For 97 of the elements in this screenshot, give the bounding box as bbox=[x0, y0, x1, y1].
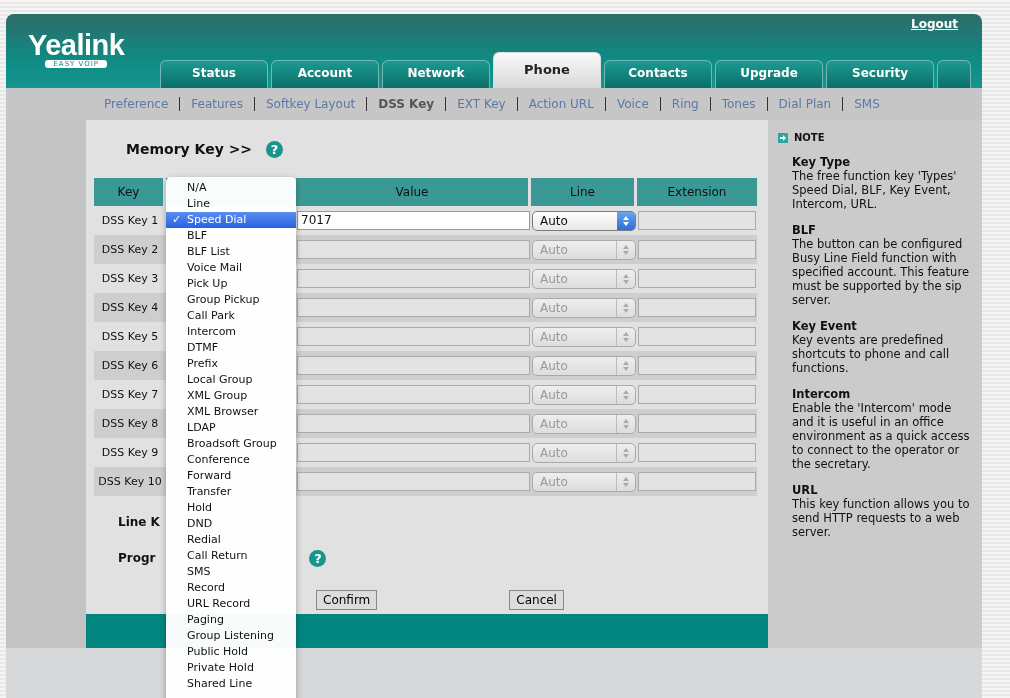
stepper-icon bbox=[622, 272, 630, 285]
stepper-icon bbox=[622, 214, 630, 227]
logout-link[interactable]: Logout bbox=[911, 17, 958, 31]
nav-tab[interactable]: Phone bbox=[493, 52, 601, 88]
menu-option[interactable]: DND bbox=[166, 516, 296, 532]
menu-option[interactable]: Call Return bbox=[166, 548, 296, 564]
menu-option[interactable]: ✓ Speed Dial bbox=[166, 212, 296, 228]
column-header: Key bbox=[94, 178, 166, 206]
note-text: The button can be configured Busy Line Field function with specified account. This feature must be supported by the sip server. bbox=[792, 237, 970, 307]
menu-option[interactable]: URL Record bbox=[166, 596, 296, 612]
note-heading: BLF bbox=[792, 223, 817, 237]
section-title: Progr bbox=[118, 551, 156, 565]
extension-field[interactable] bbox=[638, 240, 756, 259]
column-header: Line bbox=[531, 178, 637, 206]
key-label: DSS Key 3 bbox=[101, 272, 159, 285]
menu-option[interactable]: XML Group bbox=[166, 388, 296, 404]
stepper-icon bbox=[622, 243, 630, 256]
menu-option[interactable]: DTMF bbox=[166, 340, 296, 356]
menu-option[interactable]: Conference bbox=[166, 452, 296, 468]
key-label: DSS Key 7 bbox=[101, 388, 159, 401]
nav-tab[interactable]: Account bbox=[271, 60, 379, 88]
section-title: Memory Key >> bbox=[126, 141, 253, 157]
note-text: The free function key 'Types' Speed Dial, BLF, Key Event, Intercom, URL. bbox=[792, 169, 958, 211]
note-heading: URL bbox=[792, 483, 819, 497]
menu-option[interactable]: Forward bbox=[166, 468, 296, 484]
stepper-icon bbox=[622, 475, 630, 488]
line-select[interactable]: Auto bbox=[532, 210, 636, 231]
key-label: DSS Key 2 bbox=[101, 243, 159, 256]
menu-option[interactable]: Hold bbox=[166, 500, 296, 516]
menu-option[interactable]: Pick Up bbox=[166, 276, 296, 292]
menu-option[interactable]: LDAP bbox=[166, 420, 296, 436]
arrow-icon bbox=[778, 132, 788, 143]
form-button[interactable]: Cancel bbox=[509, 590, 564, 610]
extension-field[interactable] bbox=[638, 472, 756, 491]
menu-option[interactable]: Group Listening bbox=[166, 628, 296, 644]
key-label: DSS Key 8 bbox=[101, 417, 159, 430]
extension-field[interactable] bbox=[638, 211, 756, 230]
nav-tab[interactable]: Contacts bbox=[604, 60, 712, 88]
column-header: Extension bbox=[637, 178, 757, 206]
menu-option[interactable]: Line bbox=[166, 196, 296, 212]
menu-option[interactable]: Group Pickup bbox=[166, 292, 296, 308]
menu-option[interactable]: Paging bbox=[166, 612, 296, 628]
menu-option[interactable]: Public Hold bbox=[166, 644, 296, 660]
menu-option[interactable]: Broadsoft Group bbox=[166, 436, 296, 452]
stepper-icon bbox=[622, 301, 630, 314]
stepper-icon bbox=[622, 330, 630, 343]
menu-option[interactable]: Voice Mail bbox=[166, 260, 296, 276]
stepper-icon bbox=[622, 388, 630, 401]
menu-option[interactable]: BLF bbox=[166, 228, 296, 244]
nav-tab[interactable]: Security bbox=[826, 60, 934, 88]
key-label: DSS Key 5 bbox=[101, 330, 159, 343]
menu-option[interactable]: Intercom bbox=[166, 324, 296, 340]
column-header: Value bbox=[296, 178, 531, 206]
menu-option[interactable]: Transfer bbox=[166, 484, 296, 500]
extension-field[interactable] bbox=[638, 356, 756, 375]
stepper-icon bbox=[622, 359, 630, 372]
note-heading: Intercom bbox=[792, 387, 852, 401]
menu-option[interactable]: Private Hold bbox=[166, 660, 296, 676]
extension-field[interactable] bbox=[638, 385, 756, 404]
nav-tab[interactable]: Status bbox=[160, 60, 268, 88]
note-text: Key events are predefined shortcuts to phone and call functions. bbox=[792, 333, 951, 375]
logo-text: Yealink bbox=[28, 30, 125, 60]
nav-tab[interactable]: Network bbox=[382, 60, 490, 88]
stepper-icon bbox=[622, 446, 630, 459]
menu-option[interactable]: Redial bbox=[166, 532, 296, 548]
note-heading: Key Event bbox=[792, 319, 858, 333]
section-title: Line K bbox=[118, 515, 160, 529]
key-label: DSS Key 4 bbox=[101, 301, 159, 314]
help-icon[interactable]: ? bbox=[266, 140, 284, 158]
menu-option[interactable]: Local Group bbox=[166, 372, 296, 388]
key-label: DSS Key 9 bbox=[101, 446, 159, 459]
note-title: NOTE bbox=[794, 132, 825, 143]
note-heading: Key Type bbox=[792, 155, 852, 169]
extension-field[interactable] bbox=[638, 414, 756, 433]
form-button[interactable]: Confirm bbox=[316, 590, 378, 610]
menu-option[interactable]: XML Browser bbox=[166, 404, 296, 420]
extension-field[interactable] bbox=[638, 443, 756, 462]
note-text: Enable the 'Intercom' mode and it is useful in an office environment as a quick access to connect to the operator or the secretary. bbox=[792, 401, 971, 471]
menu-option[interactable]: SMS bbox=[166, 564, 296, 580]
menu-option[interactable]: Record bbox=[166, 580, 296, 596]
key-label: DSS Key 1 bbox=[101, 214, 159, 227]
nav-tab[interactable]: Upgrade bbox=[715, 60, 823, 88]
nav-tab[interactable] bbox=[937, 60, 971, 88]
key-label: DSS Key 10 bbox=[98, 475, 162, 488]
value-field[interactable]: 7017 bbox=[297, 211, 530, 230]
menu-option[interactable]: Call Park bbox=[166, 308, 296, 324]
menu-option[interactable]: Prefix bbox=[166, 356, 296, 372]
note-text: This key function allows you to send HTTP requests to a web server. bbox=[792, 497, 971, 539]
subnav-link[interactable]: DSS Key bbox=[366, 97, 446, 111]
menu-option[interactable]: BLF List bbox=[166, 244, 296, 260]
key-label: DSS Key 6 bbox=[101, 359, 159, 372]
extension-field[interactable] bbox=[638, 298, 756, 317]
extension-field[interactable] bbox=[638, 327, 756, 346]
stepper-icon bbox=[622, 417, 630, 430]
extension-field[interactable] bbox=[638, 269, 756, 288]
menu-option[interactable]: Shared Line bbox=[166, 676, 296, 692]
help-icon[interactable]: ? bbox=[309, 549, 327, 567]
